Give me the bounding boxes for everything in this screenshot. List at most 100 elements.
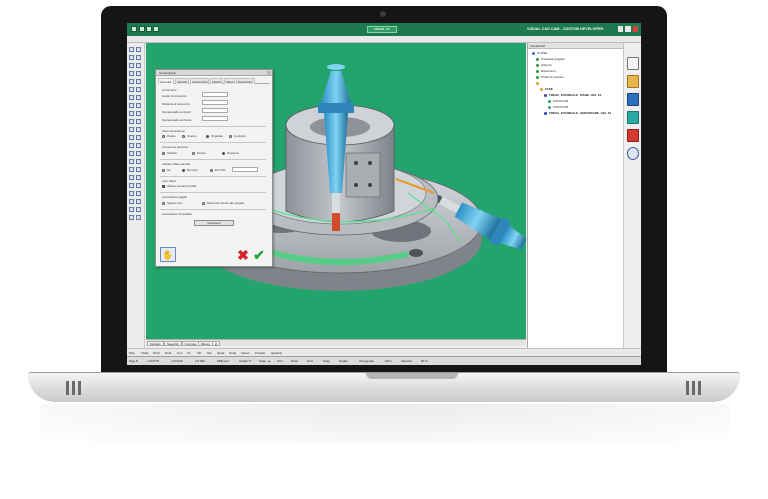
edge-stock-input[interactable]	[202, 108, 228, 113]
circle-tool-icon[interactable]	[129, 55, 134, 60]
polar-tool-icon[interactable]	[136, 215, 141, 220]
tab-extra[interactable]: Ω	[212, 341, 221, 346]
simulate-tool-icon[interactable]	[129, 191, 134, 196]
status-toggle[interactable]: Polar	[291, 359, 298, 363]
radio-diretto[interactable]	[162, 135, 165, 138]
new-file-icon[interactable]	[627, 57, 639, 70]
tree-item[interactable]: CONTOUR	[548, 99, 568, 104]
text-tool-icon[interactable]	[136, 71, 141, 76]
extend-tool-icon[interactable]	[129, 103, 134, 108]
close-button[interactable]	[632, 26, 638, 32]
hatch-tool-icon[interactable]	[129, 127, 134, 132]
tab-formula[interactable]: Formula	[182, 341, 200, 346]
export-icon[interactable]	[627, 111, 639, 124]
surface-tool-icon[interactable]	[129, 183, 134, 188]
quick-save-icon[interactable]	[139, 26, 145, 32]
mirror-tool-icon[interactable]	[129, 87, 134, 92]
tree-item[interactable]: FRESA_EUCIDEALE_PIANE_H16_12	[544, 93, 601, 98]
maximize-button[interactable]	[625, 26, 631, 32]
tab-utensile[interactable]: Utensile	[175, 78, 190, 84]
radio-sinistra[interactable]	[162, 152, 165, 155]
snap-tool-icon[interactable]	[129, 207, 134, 212]
radio-destra[interactable]	[192, 152, 195, 155]
snap-option[interactable]: Nodo	[229, 351, 236, 355]
cancel-button[interactable]: ✖	[236, 248, 250, 262]
status-toggle[interactable]: Griglia	[339, 359, 348, 363]
view-tool-icon[interactable]	[129, 167, 134, 172]
safety-distance-input[interactable]	[202, 100, 228, 105]
cnc-offset-input[interactable]	[232, 167, 258, 172]
point-tool-icon[interactable]	[129, 71, 134, 76]
safety-level-input[interactable]	[202, 92, 228, 97]
snap-option[interactable]: Proietto	[255, 351, 265, 355]
tab-stacco[interactable]: Stacco	[224, 78, 237, 84]
snap-option[interactable]: Tan	[207, 351, 212, 355]
section-tool-icon[interactable]	[129, 175, 134, 180]
fillet-tool-icon[interactable]	[136, 103, 141, 108]
snap-option[interactable]: Cen	[177, 351, 183, 355]
tree-item[interactable]	[536, 81, 541, 86]
spline-tool-icon[interactable]	[136, 63, 141, 68]
quick-undo-icon[interactable]	[146, 26, 152, 32]
grid-tool-icon[interactable]	[136, 207, 141, 212]
tree-item[interactable]: Attrezzo	[536, 63, 552, 68]
tab-superfici[interactable]: Superfici	[164, 341, 182, 346]
stretch-tool-icon[interactable]	[136, 151, 141, 156]
join-tool-icon[interactable]	[129, 135, 134, 140]
radio-contrario[interactable]	[229, 135, 232, 138]
trim-tool-icon[interactable]	[136, 95, 141, 100]
break-tool-icon[interactable]	[129, 151, 134, 156]
snap-option[interactable]: Pias	[129, 351, 135, 355]
scale-tool-icon[interactable]	[136, 87, 141, 92]
timer-icon[interactable]	[627, 147, 639, 160]
settings-tool-icon[interactable]	[129, 199, 134, 204]
copy-tool-icon[interactable]	[129, 143, 134, 148]
minimize-button[interactable]	[618, 26, 624, 32]
arc-tool-icon[interactable]	[136, 47, 141, 52]
tree-item[interactable]: Riposizioni	[536, 69, 556, 74]
status-toggle[interactable]: Snap	[323, 359, 330, 363]
pan-tool-icon[interactable]	[136, 159, 141, 164]
status-toggle[interactable]: Orto	[277, 359, 283, 363]
solid-tool-icon[interactable]	[136, 175, 141, 180]
parametri-button[interactable]: Parametri	[194, 220, 234, 226]
radio-da-cnc[interactable]	[210, 169, 213, 172]
tree-item[interactable]: CLOSE	[532, 51, 547, 56]
ortho-tool-icon[interactable]	[129, 215, 134, 220]
array-tool-icon[interactable]	[136, 143, 141, 148]
machining-tool-icon[interactable]	[136, 183, 141, 188]
status-toggle[interactable]: Grid	[307, 359, 313, 363]
snap-option[interactable]: Quad	[217, 351, 224, 355]
measure-tool-icon[interactable]	[129, 119, 134, 124]
radio-nessuna[interactable]	[222, 152, 225, 155]
tree-item[interactable]: CONTOUR	[548, 105, 568, 110]
rotate-tool-icon[interactable]	[136, 79, 141, 84]
snap-option[interactable]: Visita	[141, 351, 148, 355]
radio-spigolo-vivo[interactable]	[162, 202, 165, 205]
snap-option[interactable]: Quantity	[271, 351, 282, 355]
line-tool-icon[interactable]	[129, 47, 134, 52]
radio-da-cam[interactable]	[182, 169, 185, 172]
tab-misure[interactable]: Misure	[198, 341, 214, 346]
polyline-tool-icon[interactable]	[129, 63, 134, 68]
snap-option[interactable]: Vertex	[241, 351, 250, 355]
tab-contornitura[interactable]: Contornitura	[190, 78, 210, 84]
app-menu-button[interactable]	[131, 26, 137, 32]
radio-no[interactable]	[162, 169, 165, 172]
tab-attacco[interactable]: Attacco	[210, 78, 224, 84]
radio-inverso[interactable]	[182, 135, 185, 138]
snap-option[interactable]: Punti	[153, 351, 160, 355]
dialog-close-button[interactable]	[267, 71, 271, 75]
snap-option[interactable]: Int	[187, 351, 190, 355]
open-folder-icon[interactable]	[627, 75, 639, 88]
offset-tool-icon[interactable]	[129, 95, 134, 100]
help-tool-icon[interactable]	[136, 199, 141, 204]
rectangle-tool-icon[interactable]	[136, 55, 141, 60]
align-profile-checkbox[interactable]	[162, 185, 165, 188]
move-tool-icon[interactable]	[129, 79, 134, 84]
radio-originale[interactable]	[206, 135, 209, 138]
shade-tool-icon[interactable]	[136, 167, 141, 172]
tree-item[interactable]: Profilo di sezione	[536, 75, 564, 80]
status-toggle[interactable]: Filtro	[385, 359, 392, 363]
print-icon[interactable]	[627, 129, 639, 142]
